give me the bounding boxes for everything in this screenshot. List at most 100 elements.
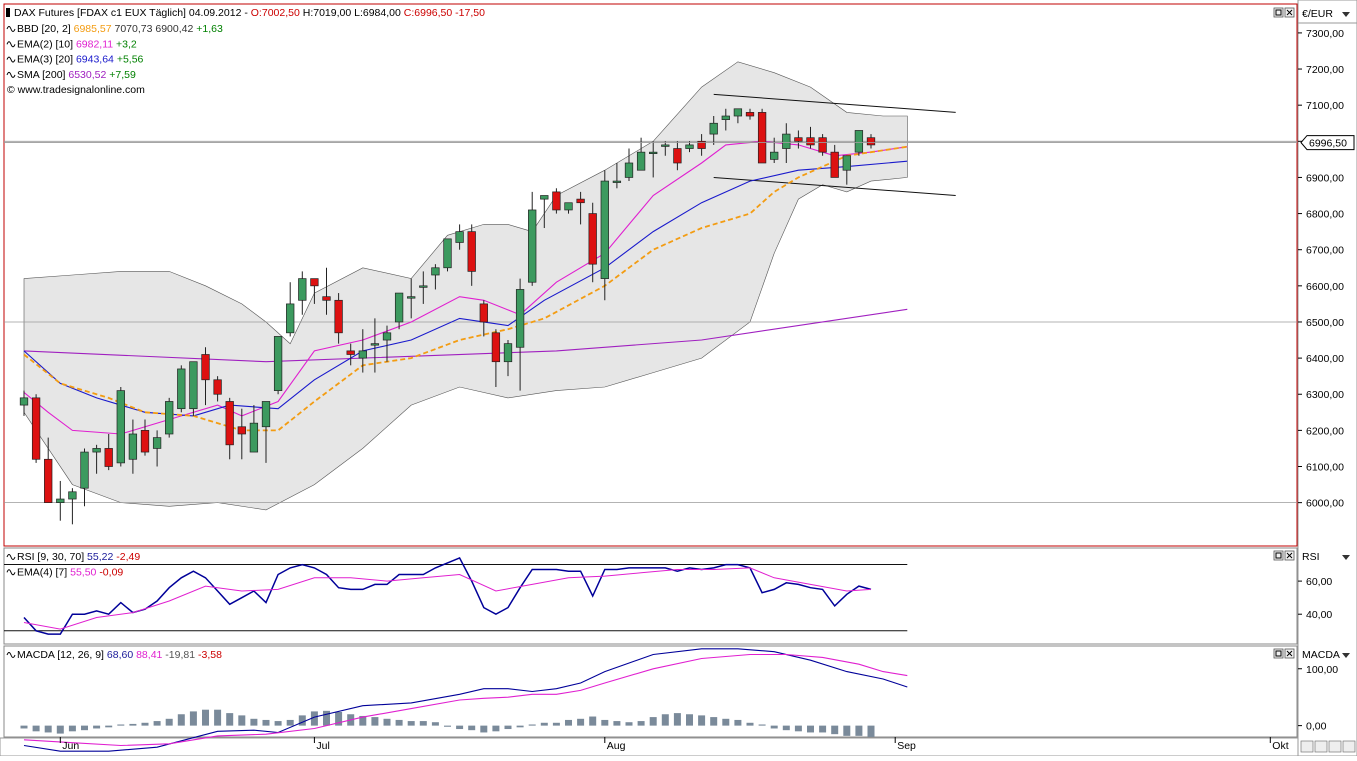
macd-histogram-bar xyxy=(383,718,391,726)
macd-histogram-bar xyxy=(456,725,464,730)
candle-body-down xyxy=(818,137,827,153)
macd-legend-row[interactable]: MACDA [12, 26, 9] 68,60 88,41 -19,81 -3,… xyxy=(17,649,222,661)
y-tick-label: 6200,00 xyxy=(1306,425,1344,437)
y-tick-label: 6400,00 xyxy=(1306,353,1344,365)
macd-histogram-bar xyxy=(262,719,270,726)
macd-histogram-bar xyxy=(649,717,657,726)
main-panel-close-button[interactable] xyxy=(1284,7,1295,18)
candle-body-up xyxy=(515,289,525,348)
y-tick-label: 6500,00 xyxy=(1306,317,1344,329)
candle-body-up xyxy=(80,451,89,489)
rsi-legend-row[interactable]: EMA(4) [7] 55,50 -0,09 xyxy=(17,566,123,578)
candle-body-up xyxy=(540,195,549,200)
candle-body-down xyxy=(794,137,803,142)
macd-histogram-bar xyxy=(407,721,415,726)
candle-body-down xyxy=(576,198,585,204)
indicator-value: +1,63 xyxy=(196,23,223,35)
macd-histogram-bar xyxy=(807,725,814,733)
main-legend-row[interactable]: SMA [200] 6530,52 +7,59 xyxy=(17,69,136,81)
maximize-icon xyxy=(1273,648,1284,659)
candle-body-up xyxy=(273,336,283,391)
macd-histogram-bar xyxy=(819,725,827,733)
scroll-right-button[interactable] xyxy=(1342,740,1356,753)
candle-body-down xyxy=(346,350,355,355)
rsi-panel-maximize-button[interactable] xyxy=(1273,550,1284,561)
zoom-out-button[interactable] xyxy=(1314,740,1328,753)
y-tick-label: 6700,00 xyxy=(1306,245,1344,257)
zoom-in-button[interactable] xyxy=(1328,740,1342,753)
y-tick-label: 7200,00 xyxy=(1306,64,1344,76)
macd-histogram-bar xyxy=(722,718,730,726)
macd-histogram-bar xyxy=(673,713,681,726)
macd-histogram-bar xyxy=(419,721,427,726)
candle-body-down xyxy=(673,148,682,164)
currency-label: €/EUR xyxy=(1302,8,1333,20)
candle-body-up xyxy=(370,343,380,346)
indicator-value: 6943,64 xyxy=(76,54,117,66)
rsi-legend-row[interactable]: RSI [9, 30, 70] 55,22 -2,49 xyxy=(17,551,140,563)
candle-body-up xyxy=(649,151,658,154)
candle-body-up xyxy=(636,151,646,171)
indicator-value: -3,58 xyxy=(198,649,222,661)
chart-window: 6000,00 6100,00 6200,00 6300,00 6400,00 6500,… xyxy=(0,0,1357,757)
candle-body-up xyxy=(286,303,295,334)
macd-histogram-bar xyxy=(843,725,851,736)
y-tick-label: 6600,00 xyxy=(1306,281,1344,293)
x-axis-label-aug: Aug xyxy=(607,740,626,752)
macd-histogram-bar xyxy=(625,722,633,726)
macd-histogram-bar xyxy=(189,711,197,726)
candle-body-up xyxy=(419,285,428,288)
candle-body-up xyxy=(116,390,125,464)
indicator-name: EMA(3) [20] xyxy=(17,54,76,66)
macd-histogram-bar xyxy=(371,717,379,726)
macd-histogram-bar xyxy=(68,725,76,732)
candle-body-down xyxy=(322,296,331,301)
macd-histogram-bar xyxy=(93,725,101,729)
price-axis xyxy=(1297,0,1357,757)
x-axis-label-okt: Okt xyxy=(1272,740,1288,752)
candle-body-up xyxy=(770,151,779,160)
y-tick-label: 6100,00 xyxy=(1306,462,1344,474)
chart-header: DAX Futures [FDAX c1 EUX Täglich] 04.09.… xyxy=(14,7,485,19)
chevron-left-icon xyxy=(1300,740,1314,753)
macd-histogram-bar xyxy=(117,724,125,726)
scroll-left-button[interactable] xyxy=(1300,740,1314,753)
indicator-name: EMA(4) [7] xyxy=(17,566,70,578)
main-legend-row[interactable]: BBD [20, 2] 6985,57 7070,73 6900,42 +1,6… xyxy=(17,23,223,35)
macd-histogram-bar xyxy=(661,714,669,726)
candle-body-down xyxy=(830,151,839,178)
main-panel-maximize-button[interactable] xyxy=(1273,7,1284,18)
rsi-panel-close-button[interactable] xyxy=(1284,550,1295,561)
macd-histogram-bar xyxy=(274,721,282,726)
macd-histogram-bar xyxy=(202,709,209,726)
candle-body-up xyxy=(92,448,101,453)
macd-histogram-bar xyxy=(165,718,173,726)
macd-histogram-bar xyxy=(81,725,88,731)
x-axis-label-jun: Jun xyxy=(62,740,79,752)
macd-histogram-bar xyxy=(141,722,149,726)
candle-body-up xyxy=(68,491,77,500)
main-legend-row[interactable]: EMA(2) [10] 6982,11 +3,2 xyxy=(17,38,137,50)
macd-histogram-bar xyxy=(794,725,802,732)
macd-histogram-bar xyxy=(286,719,294,726)
candle-body-up xyxy=(56,498,65,503)
macd-y-tick-label: 0,00 xyxy=(1306,721,1327,733)
rsi-y-tick-label: 60,00 xyxy=(1306,576,1332,588)
candle xyxy=(189,361,198,416)
macd-panel-maximize-button[interactable] xyxy=(1273,648,1284,659)
y-tick-label: 6900,00 xyxy=(1306,172,1344,184)
macd-histogram-bar xyxy=(395,719,403,726)
candle-body-up xyxy=(685,144,694,149)
candle-body-down xyxy=(334,299,343,334)
candle-body-up xyxy=(624,162,634,178)
macd-panel-close-button[interactable] xyxy=(1284,648,1295,659)
candle-body-up xyxy=(261,401,271,428)
main-legend-row[interactable]: EMA(3) [20] 6943,64 +5,56 xyxy=(17,54,144,66)
candle-body-up xyxy=(189,361,198,410)
candle-body-up xyxy=(842,155,851,171)
macd-histogram-bar xyxy=(214,709,222,726)
candle-body-down xyxy=(31,397,41,460)
candle-body-up xyxy=(152,437,162,449)
candle-body-up xyxy=(358,350,367,359)
candle-body-up xyxy=(564,202,573,211)
